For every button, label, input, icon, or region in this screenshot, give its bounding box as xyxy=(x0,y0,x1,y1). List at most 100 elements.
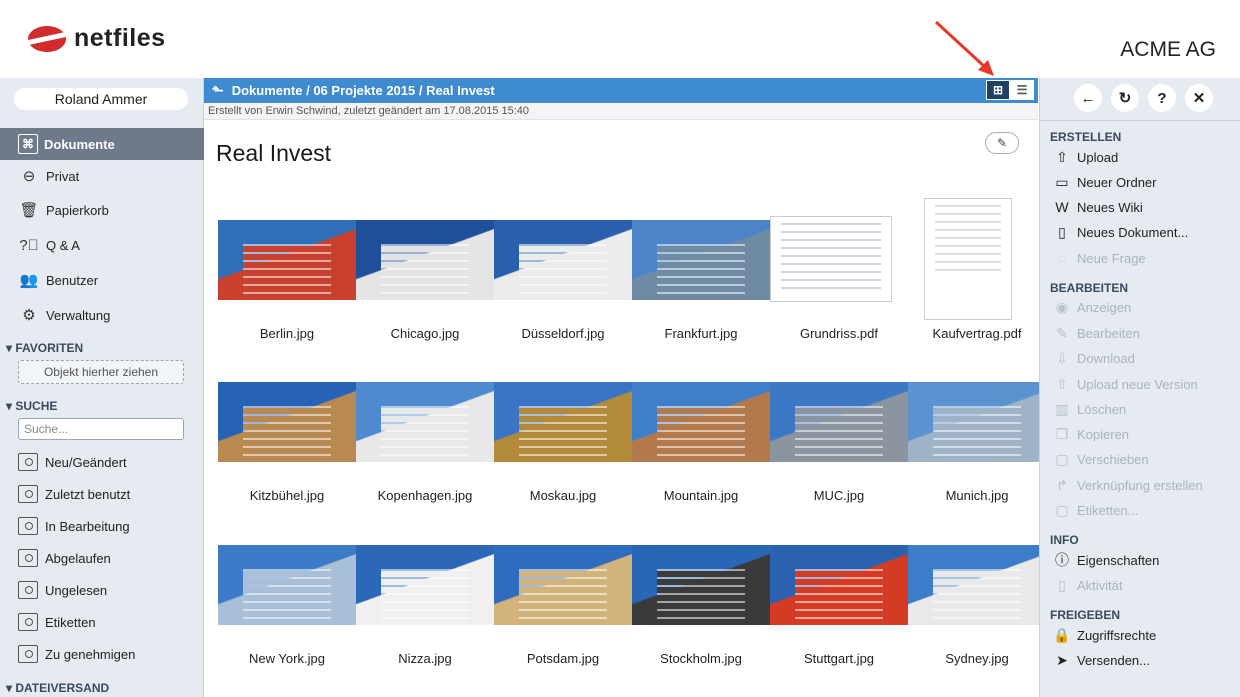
file-tile[interactable]: Munich.jpg xyxy=(908,382,1046,506)
search-input[interactable]: Suche... xyxy=(18,418,184,440)
breadcrumb[interactable]: Dokumente / 06 Projekte 2015 / Real Inve… xyxy=(232,83,495,98)
action-neuer-ordner[interactable]: ▭ Neuer Ordner xyxy=(1052,171,1156,193)
action-label: Löschen xyxy=(1077,401,1127,417)
nav-item-qa[interactable]: ?⃝ Q & A xyxy=(0,229,204,261)
favorites-header[interactable]: ▾ FAVORITEN xyxy=(6,341,83,355)
file-tile[interactable]: Kopenhagen.jpg xyxy=(356,382,494,506)
saved-search-abgelaufen[interactable]: Abgelaufen xyxy=(18,546,111,570)
file-thumbnail[interactable] xyxy=(494,545,632,625)
saved-search-neu-geaendert[interactable]: Neu/Geändert xyxy=(18,450,127,474)
saved-search-label: Etiketten xyxy=(45,614,96,630)
refresh-icon: ↻ xyxy=(1118,90,1132,107)
saved-search-icon xyxy=(18,581,38,599)
file-tile[interactable]: Moskau.jpg xyxy=(494,382,632,506)
action-neue-frage[interactable]: ◌ Neue Frage xyxy=(1052,247,1146,269)
action-verknüpfung-erstellen[interactable]: ↱ Verknüpfung erstellen xyxy=(1052,474,1203,496)
file-tile[interactable]: Berlin.jpg xyxy=(218,220,356,344)
file-thumbnail[interactable] xyxy=(632,220,770,300)
right-sidebar: ← ↻ ? ✕ ERSTELLEN ⇧ Upload ▭ Neuer Ordner W Ne… xyxy=(1039,78,1240,697)
file-thumbnail[interactable] xyxy=(356,545,494,625)
action-neues-dokument[interactable]: ▯ Neues Dokument... xyxy=(1052,221,1188,243)
action-upload[interactable]: ⇧ Upload xyxy=(1052,146,1118,168)
file-tile[interactable]: Stockholm.jpg xyxy=(632,545,770,669)
file-tile[interactable]: Kitzbühel.jpg xyxy=(218,382,356,506)
saved-search-zu-genehmigen[interactable]: Zu genehmigen xyxy=(18,642,135,666)
file-tile[interactable]: Frankfurt.jpg xyxy=(632,220,770,344)
logo[interactable]: netfiles xyxy=(28,24,166,53)
action-aktivität[interactable]: ▯ Aktivität xyxy=(1052,574,1122,596)
breadcrumb-bar: ⬑ Dokumente / 06 Projekte 2015 / Real In… xyxy=(204,78,1038,103)
edit-folder-button[interactable]: ✎ xyxy=(985,132,1019,154)
file-tile[interactable]: Grundriss.pdf xyxy=(770,216,908,344)
saved-search-zuletzt-benutzt[interactable]: Zuletzt benutzt xyxy=(18,482,130,506)
file-name: Kaufvertrag.pdf xyxy=(932,326,1022,341)
help-button[interactable]: ? xyxy=(1148,84,1176,112)
file-tile[interactable]: MUC.jpg xyxy=(770,382,908,506)
action-label: Zugriffsrechte xyxy=(1077,627,1157,643)
file-thumbnail[interactable] xyxy=(908,382,1046,462)
annotation-arrow-icon xyxy=(934,20,994,76)
saved-search-label: Zuletzt benutzt xyxy=(45,486,131,502)
file-thumbnail[interactable] xyxy=(924,198,1012,320)
file-thumbnail[interactable] xyxy=(770,382,908,462)
file-thumbnail[interactable] xyxy=(356,220,494,300)
favorites-drop-zone[interactable]: Objekt hierher ziehen xyxy=(18,360,184,384)
file-tile[interactable]: Chicago.jpg xyxy=(356,220,494,344)
file-thumbnail[interactable] xyxy=(770,216,892,302)
action-anzeigen[interactable]: ◉ Anzeigen xyxy=(1052,296,1131,318)
file-tile[interactable]: Stuttgart.jpg xyxy=(770,545,908,669)
user-name-button[interactable]: Roland Ammer xyxy=(14,88,188,110)
list-view-button[interactable]: ☰ xyxy=(1010,80,1034,100)
action-zugriffsrechte[interactable]: 🔒 Zugriffsrechte xyxy=(1052,624,1156,646)
file-tile[interactable]: Sydney.jpg xyxy=(908,545,1046,669)
file-tile[interactable]: New York.jpg xyxy=(218,545,356,669)
file-thumbnail[interactable] xyxy=(908,545,1046,625)
file-thumbnail[interactable] xyxy=(494,220,632,300)
file-tile[interactable]: Mountain.jpg xyxy=(632,382,770,506)
action-eigenschaften[interactable]: ⓘ Eigenschaften xyxy=(1052,549,1159,571)
action-upload-neue-version[interactable]: ⇧ Upload neue Version xyxy=(1052,373,1198,395)
file-name: New York.jpg xyxy=(249,651,325,666)
refresh-button[interactable]: ↻ xyxy=(1111,84,1139,112)
file-thumbnail[interactable] xyxy=(218,382,356,462)
dateiversand-header[interactable]: ▾ DATEIVERSAND xyxy=(6,681,109,695)
nav-item-papierkorb[interactable]: 🗑 Papierkorb xyxy=(0,194,204,226)
action-kopieren[interactable]: ❐ Kopieren xyxy=(1052,423,1129,445)
file-tile[interactable]: Potsdam.jpg xyxy=(494,545,632,669)
action-neues-wiki[interactable]: W Neues Wiki xyxy=(1052,196,1142,218)
close-button[interactable]: ✕ xyxy=(1185,84,1213,112)
file-thumbnail[interactable] xyxy=(356,382,494,462)
nav-item-benutzer[interactable]: 👥 Benutzer xyxy=(0,264,204,296)
saved-search-ungelesen[interactable]: Ungelesen xyxy=(18,578,107,602)
grid-view-button[interactable]: ⊞ xyxy=(986,80,1010,100)
nav-item-dokumente[interactable]: ⌘ Dokumente xyxy=(0,128,204,160)
search-header[interactable]: ▾ SUCHE xyxy=(6,399,57,413)
nav-item-privat[interactable]: ⊖ Privat xyxy=(0,160,204,192)
file-thumbnail[interactable] xyxy=(632,545,770,625)
saved-search-in-bearbeitung[interactable]: In Bearbeitung xyxy=(18,514,130,538)
action-verschieben[interactable]: ▢ Verschieben xyxy=(1052,448,1148,470)
file-thumbnail[interactable] xyxy=(632,382,770,462)
file-thumbnail[interactable] xyxy=(218,220,356,300)
action-download[interactable]: ⇩ Download xyxy=(1052,347,1135,369)
file-tile[interactable]: Nizza.jpg xyxy=(356,545,494,669)
saved-search-etiketten[interactable]: Etiketten xyxy=(18,610,96,634)
action-löschen[interactable]: ▥ Löschen xyxy=(1052,398,1126,420)
back-button[interactable]: ← xyxy=(1074,84,1102,112)
nav-item-verwaltung[interactable]: ⚙ Verwaltung xyxy=(0,299,204,331)
file-thumbnail[interactable] xyxy=(770,545,908,625)
close-icon: ✕ xyxy=(1192,90,1206,107)
action-bearbeiten[interactable]: ✎ Bearbeiten xyxy=(1052,322,1140,344)
file-name: Grundriss.pdf xyxy=(799,326,879,341)
new-question-icon: ◌ xyxy=(1057,250,1067,266)
file-thumbnail[interactable] xyxy=(218,545,356,625)
tag-icon: ▢ xyxy=(1055,501,1069,518)
file-tile[interactable]: Düsseldorf.jpg xyxy=(494,220,632,344)
action-versenden[interactable]: ➤ Versenden... xyxy=(1052,649,1150,671)
file-name: Berlin.jpg xyxy=(259,326,315,341)
bearbeiten-header: BEARBEITEN xyxy=(1050,281,1129,295)
file-thumbnail[interactable] xyxy=(494,382,632,462)
action-etiketten[interactable]: ▢ Etiketten... xyxy=(1052,499,1138,521)
file-tile[interactable]: Kaufvertrag.pdf xyxy=(908,198,1046,344)
folder-up-icon[interactable]: ⬑ xyxy=(212,82,224,99)
